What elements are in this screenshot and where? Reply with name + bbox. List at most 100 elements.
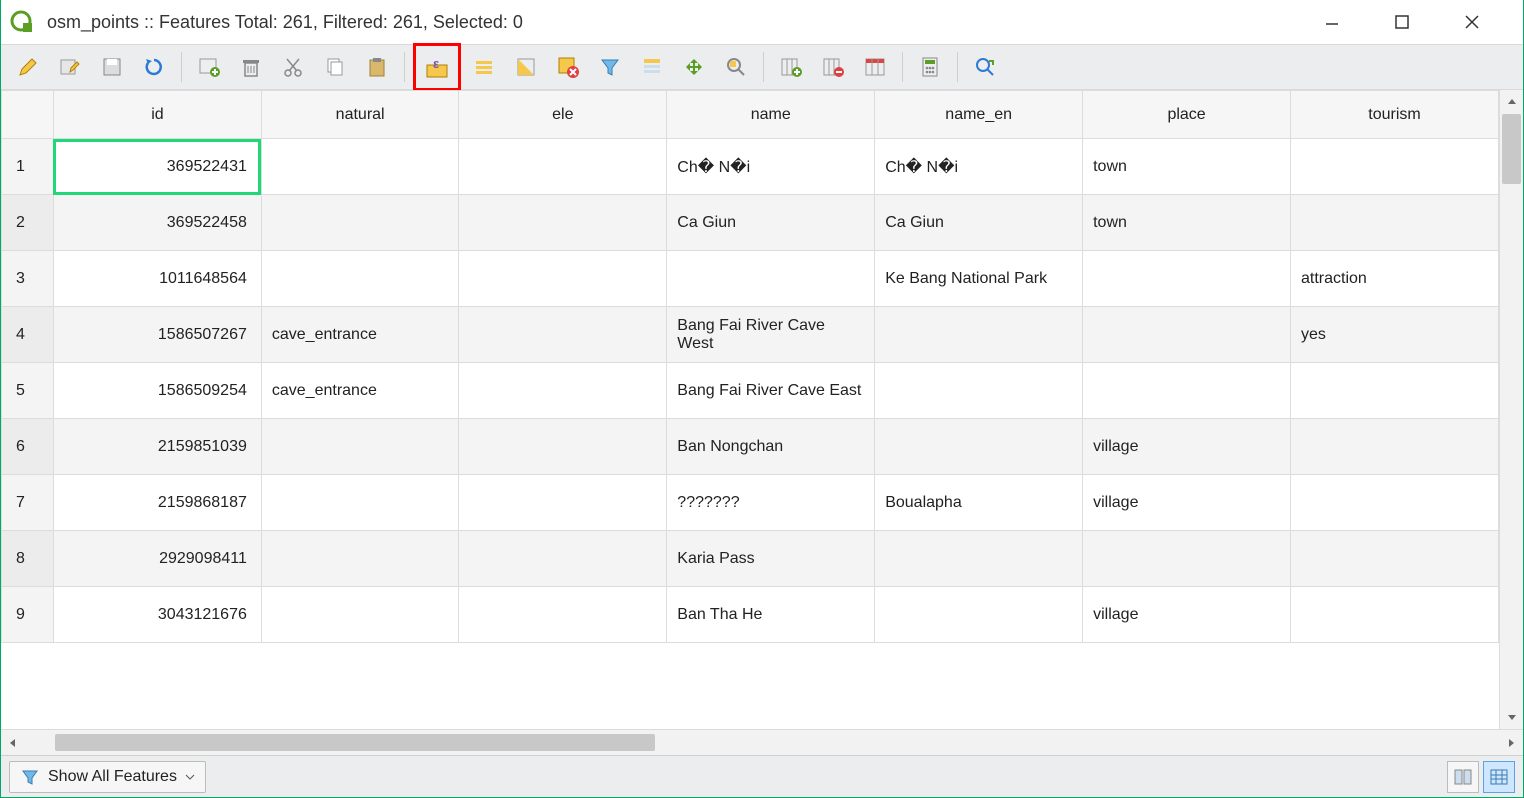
dock-button[interactable] [966,48,1004,86]
deselect-all-button[interactable] [549,48,587,86]
cell-natural[interactable] [261,475,459,531]
table-row[interactable]: 51586509254cave_entranceBang Fai River C… [2,363,1499,419]
cell-tourism[interactable] [1291,195,1499,251]
cell-name-en[interactable] [875,363,1083,419]
cell-ele[interactable] [459,587,667,643]
cell-place[interactable]: town [1083,195,1291,251]
row-number[interactable]: 1 [2,139,54,195]
cell-natural[interactable] [261,195,459,251]
cell-id[interactable]: 1586509254 [53,363,261,419]
cell-name[interactable]: Bang Fai River Cave East [667,363,875,419]
col-header-name-en[interactable]: name_en [875,91,1083,139]
horizontal-scrollbar[interactable] [1,729,1523,755]
zoom-to-selected-button[interactable] [717,48,755,86]
row-number[interactable]: 2 [2,195,54,251]
cell-name[interactable]: Ca Giun [667,195,875,251]
cell-place[interactable] [1083,307,1291,363]
cell-id[interactable]: 2929098411 [53,531,261,587]
multi-edit-button[interactable] [51,48,89,86]
col-header-natural[interactable]: natural [261,91,459,139]
cell-place[interactable] [1083,363,1291,419]
cell-id[interactable]: 2159868187 [53,475,261,531]
cell-name-en[interactable] [875,531,1083,587]
cell-tourism[interactable]: yes [1291,307,1499,363]
delete-selected-button[interactable] [232,48,270,86]
add-feature-button[interactable] [190,48,228,86]
cell-name-en[interactable]: Ca Giun [875,195,1083,251]
cell-natural[interactable] [261,587,459,643]
cell-place[interactable] [1083,531,1291,587]
cell-natural[interactable] [261,419,459,475]
select-all-button[interactable] [465,48,503,86]
cell-name-en[interactable] [875,419,1083,475]
table-row[interactable]: 93043121676 Ban Tha He village [2,587,1499,643]
field-calculator-button[interactable] [911,48,949,86]
cell-natural[interactable] [261,531,459,587]
cell-name[interactable]: ??????? [667,475,875,531]
toggle-editing-button[interactable] [9,48,47,86]
cell-name-en[interactable]: Ke Bang National Park [875,251,1083,307]
cell-id[interactable]: 1586507267 [53,307,261,363]
delete-field-button[interactable] [814,48,852,86]
table-view-button[interactable] [1483,761,1515,793]
cell-name[interactable]: Ban Nongchan [667,419,875,475]
attribute-table[interactable]: id natural ele name name_en place touris… [1,90,1499,643]
cell-id[interactable]: 1011648564 [53,251,261,307]
cell-id[interactable]: 369522431 [53,139,261,195]
cell-name-en[interactable]: Ch� N�i [875,139,1083,195]
cell-name[interactable] [667,251,875,307]
move-selection-top-button[interactable] [633,48,671,86]
horizontal-scroll-track[interactable] [25,730,1499,755]
col-header-name[interactable]: name [667,91,875,139]
cell-id[interactable]: 369522458 [53,195,261,251]
cell-id[interactable]: 3043121676 [53,587,261,643]
cell-name-en[interactable] [875,587,1083,643]
cell-place[interactable]: village [1083,419,1291,475]
col-header-place[interactable]: place [1083,91,1291,139]
filter-button[interactable] [591,48,629,86]
cell-name[interactable]: Ch� N�i [667,139,875,195]
form-view-button[interactable] [1447,761,1479,793]
vertical-scroll-thumb[interactable] [1502,114,1521,184]
cell-place[interactable]: town [1083,139,1291,195]
table-row[interactable]: 62159851039Ban Nongchanvillage [2,419,1499,475]
cell-id[interactable]: 2159851039 [53,419,261,475]
row-number[interactable]: 4 [2,307,54,363]
scroll-up-arrow[interactable] [1500,90,1523,114]
cell-tourism[interactable] [1291,475,1499,531]
cell-natural[interactable]: cave_entrance [261,363,459,419]
cell-tourism[interactable] [1291,363,1499,419]
cell-name-en[interactable] [875,307,1083,363]
row-number[interactable]: 3 [2,251,54,307]
scroll-down-arrow[interactable] [1500,705,1523,729]
cell-tourism[interactable] [1291,531,1499,587]
table-row[interactable]: 31011648564 Ke Bang National Park attracti… [2,251,1499,307]
cell-name[interactable]: Ban Tha He [667,587,875,643]
cell-natural[interactable] [261,251,459,307]
cut-button[interactable] [274,48,312,86]
cell-name[interactable]: Karia Pass [667,531,875,587]
save-edits-button[interactable] [93,48,131,86]
cell-ele[interactable] [459,419,667,475]
cell-tourism[interactable] [1291,419,1499,475]
maximize-button[interactable] [1387,7,1417,37]
cell-ele[interactable] [459,475,667,531]
show-all-features-button[interactable]: Show All Features [9,761,206,793]
scroll-left-arrow[interactable] [1,730,25,755]
copy-button[interactable] [316,48,354,86]
invert-selection-button[interactable] [507,48,545,86]
cell-ele[interactable] [459,139,667,195]
organize-columns-button[interactable] [856,48,894,86]
row-header-corner[interactable] [2,91,54,139]
vertical-scrollbar[interactable] [1499,90,1523,729]
table-row[interactable]: 1369522431Ch� N�iCh� N�itown [2,139,1499,195]
cell-name[interactable]: Bang Fai River Cave West [667,307,875,363]
table-row[interactable]: 41586507267cave_entranceBang Fai River C… [2,307,1499,363]
pan-to-selected-button[interactable] [675,48,713,86]
select-by-expression-button[interactable]: ε [418,48,456,86]
new-field-button[interactable] [772,48,810,86]
table-row[interactable]: 72159868187???????Boualaphavillage [2,475,1499,531]
row-number[interactable]: 9 [2,587,54,643]
cell-place[interactable]: village [1083,587,1291,643]
cell-tourism[interactable]: attraction [1291,251,1499,307]
